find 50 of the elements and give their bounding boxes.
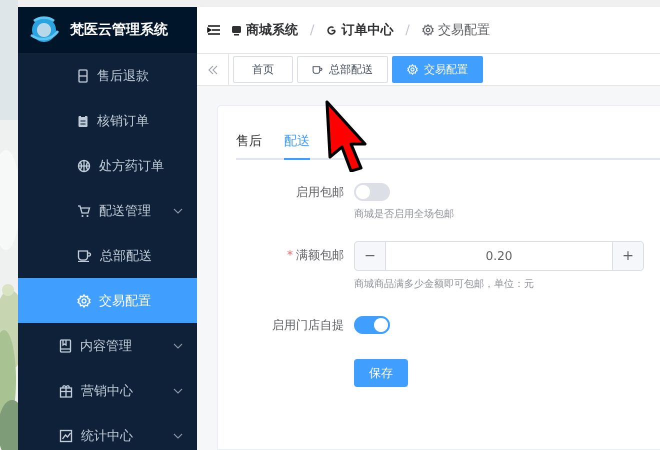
sidebar-item[interactable]: 核销订单 — [18, 98, 197, 143]
refresh-icon — [326, 24, 338, 36]
chevron-down-icon — [173, 432, 183, 438]
page-tab[interactable]: 首页 — [233, 56, 293, 83]
sidebar-item[interactable]: 营销中心 — [18, 368, 197, 413]
sidebar-item[interactable]: 内容管理 — [18, 323, 197, 368]
receipt-icon — [77, 68, 89, 82]
number-field[interactable]: − 0.20 + — [354, 241, 644, 271]
sidebar-item[interactable]: 处方药订单 — [18, 143, 197, 188]
breadcrumb-item: 交易配置 — [438, 22, 490, 39]
sidebar-item[interactable]: 售后退款 — [18, 53, 197, 98]
cup-icon — [77, 249, 92, 262]
toggle-switch[interactable] — [354, 183, 390, 201]
cursor-icon — [325, 100, 367, 172]
settings-icon — [77, 294, 91, 308]
clipboard-icon — [77, 114, 89, 128]
basketball-icon — [77, 158, 91, 172]
app-title: 梵医云管理系统 — [70, 21, 168, 39]
chevron-down-icon — [173, 388, 183, 394]
breadcrumb-separator: / — [405, 22, 410, 38]
cart-icon — [77, 204, 91, 218]
field-label: 启用包邮 — [296, 184, 344, 200]
breadcrumb-item[interactable]: 商城系统 — [246, 21, 298, 39]
page-tab[interactable]: 总部配送 — [297, 56, 388, 83]
field-hint: 商城商品满多少金额即可包邮，单位：元 — [354, 278, 534, 291]
sidebar-item[interactable]: 统计中心 — [18, 413, 197, 450]
sidebar-item[interactable]: 配送管理 — [18, 188, 197, 233]
settings-icon — [407, 64, 418, 75]
cup-icon — [312, 64, 323, 74]
field-hint: 商城是否启用全场包邮 — [354, 208, 454, 221]
decrement-button[interactable]: − — [355, 242, 385, 270]
monitor-icon — [231, 24, 242, 36]
gift-icon — [59, 384, 73, 398]
double-chevron-left-icon — [208, 64, 218, 74]
field-label: 满额包邮 — [296, 246, 344, 264]
chart-icon — [59, 428, 73, 442]
increment-button[interactable]: + — [613, 242, 643, 270]
sidebar-item[interactable]: 总部配送 — [18, 233, 197, 278]
book-icon — [59, 338, 72, 352]
menu-icon[interactable] — [207, 24, 221, 36]
settings-icon — [422, 24, 434, 36]
breadcrumb-separator: / — [310, 22, 314, 38]
breadcrumb-item[interactable]: 订单中心 — [341, 21, 394, 39]
toggle-switch[interactable] — [354, 316, 390, 334]
required-mark: * — [287, 248, 293, 262]
field-label: 启用门店自提 — [272, 316, 344, 334]
chevron-down-icon — [173, 342, 183, 348]
chevron-down-icon — [173, 208, 183, 214]
logo-icon — [28, 15, 60, 45]
form-tab[interactable]: 售后 — [236, 128, 262, 160]
